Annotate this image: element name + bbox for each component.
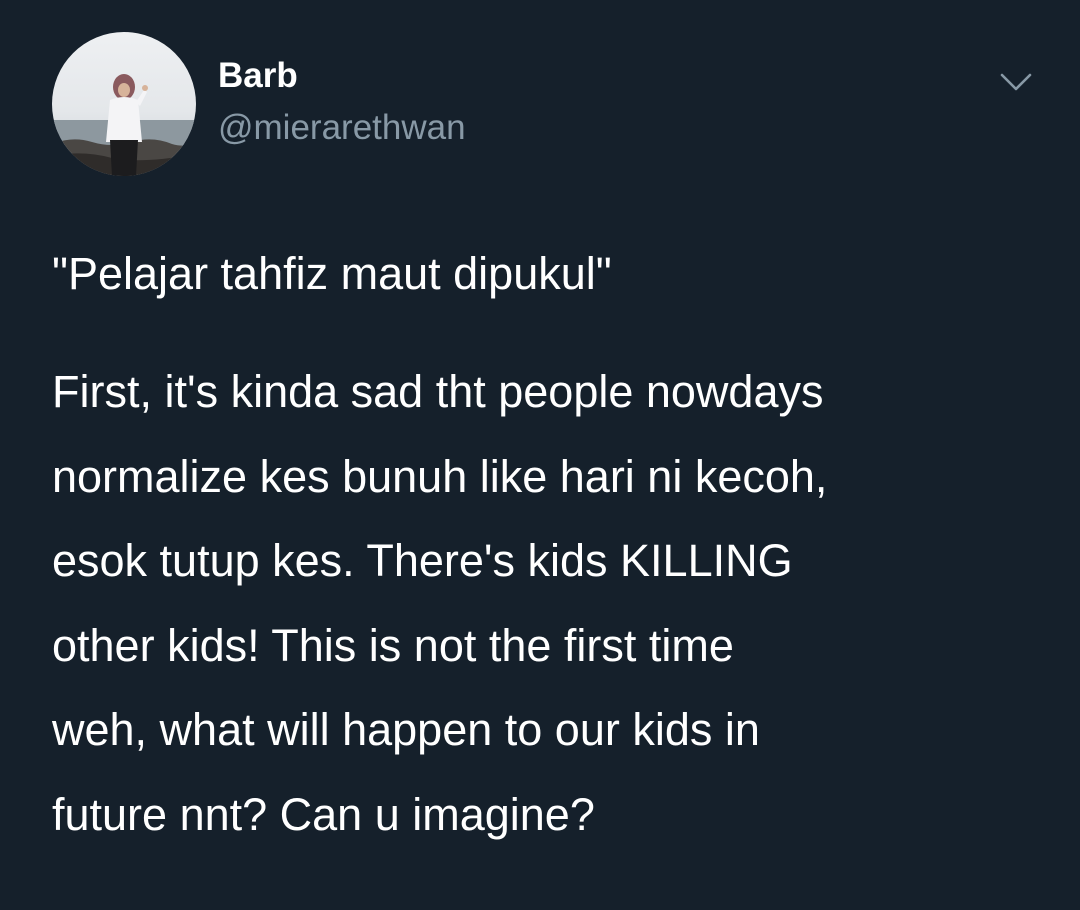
tweet-headline: "Pelajar tahfiz maut dipukul" — [52, 248, 612, 299]
tweet-body-line: future nnt? Can u imagine? — [52, 788, 595, 840]
tweet-body-line: esok tutup kes. There's kids KILLING — [52, 535, 793, 586]
avatar[interactable] — [52, 32, 196, 176]
tweet-body-line: First, it's kinda sad tht people nowdays — [52, 366, 824, 417]
tweet-body: First, it's kinda sad tht people nowdays… — [52, 350, 1042, 857]
display-name[interactable]: Barb — [218, 54, 298, 98]
chevron-down-icon — [1000, 73, 1032, 91]
user-handle[interactable]: @mierarethwan — [218, 106, 466, 150]
tweet-menu-button[interactable] — [996, 66, 1036, 96]
profile-photo-icon — [52, 32, 196, 176]
tweet-card: Barb @mierarethwan "Pelajar tahfiz maut … — [0, 0, 1080, 910]
tweet-body-line: other kids! This is not the first time — [52, 619, 734, 671]
tweet-body-line: weh, what will happen to our kids in — [52, 704, 760, 755]
tweet-body-line: normalize kes bunuh like hari ni kecoh, — [52, 450, 828, 502]
